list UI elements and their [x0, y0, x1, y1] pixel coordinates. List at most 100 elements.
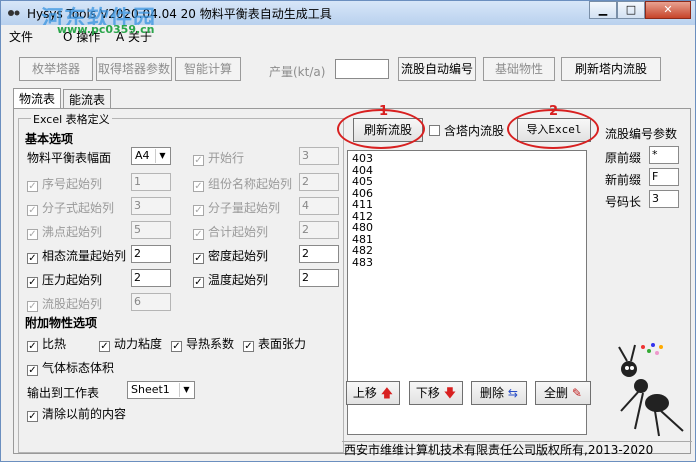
window-controls: ▁ □ ✕	[589, 1, 691, 21]
checkbox-icon	[429, 125, 440, 136]
annotation-number-1: 1	[379, 104, 389, 119]
field-input-3[interactable]: 4	[299, 197, 339, 215]
list-item[interactable]: 482	[352, 245, 582, 257]
field-label: 流股起始列	[42, 297, 103, 311]
refresh-tower-streams-button[interactable]: 刷新塔内流股	[561, 57, 661, 81]
field-input-5[interactable]: 2	[299, 221, 339, 239]
field-label: 相态流量起始列	[42, 249, 127, 263]
status-bar: 西安市维维计算机技术有限责任公司版权所有,2013-2020	[342, 441, 692, 459]
field-checkbox-8[interactable]: ✓ 压力起始列	[27, 271, 102, 288]
output-sheet-value: Sheet1	[131, 383, 170, 396]
smart-calc-button[interactable]: 智能计算	[175, 57, 241, 81]
field-input-4[interactable]: 5	[131, 221, 171, 239]
field-checkbox-9[interactable]: ✓ 温度起始列	[193, 271, 268, 288]
list-item[interactable]: 481	[352, 233, 582, 246]
start-row-label: 开始行	[208, 151, 245, 165]
field-input-6[interactable]: 2	[131, 245, 171, 263]
field-checkbox-6[interactable]: ✓ 相态流量起始列	[27, 247, 126, 264]
field-checkbox-7[interactable]: ✓ 密度起始列	[193, 247, 268, 264]
list-item[interactable]: 403	[352, 153, 582, 165]
field-checkbox-4[interactable]: ✓ 沸点起始列	[27, 223, 102, 240]
move-up-label: 上移	[352, 386, 377, 400]
checkbox-icon: ✓	[193, 205, 204, 216]
field-checkbox-0[interactable]: ✓ 序号起始列	[27, 175, 102, 192]
field-input-1[interactable]: 2	[299, 173, 339, 191]
basic-props-button[interactable]: 基础物性	[483, 57, 555, 81]
get-tower-params-button[interactable]: 取得塔器参数	[96, 57, 172, 81]
start-row-input[interactable]: 3	[299, 147, 339, 165]
delete-button[interactable]: 删除 ⇆	[471, 381, 527, 405]
clear-previous-checkbox[interactable]: ✓ 清除以前的内容	[27, 405, 126, 422]
move-down-label: 下移	[415, 386, 440, 400]
sheet-size-value: A4	[135, 149, 150, 162]
checkbox-icon: ✓	[193, 253, 204, 264]
move-up-button[interactable]: 上移 🡅	[346, 381, 400, 405]
new-prefix-input[interactable]: F	[649, 168, 679, 186]
production-input[interactable]	[335, 59, 389, 79]
list-item[interactable]: 483	[352, 256, 582, 269]
field-label: 合计起始列	[208, 225, 269, 239]
code-length-label: 号码长	[605, 195, 642, 209]
field-input-2[interactable]: 3	[131, 197, 171, 215]
app-window: Hysys Tools V2020.04.04 20 物料平衡表自动生成工具 ▁…	[0, 0, 696, 462]
checkbox-icon: ✓	[193, 155, 204, 166]
field-input-9[interactable]: 2	[299, 269, 339, 287]
field-label: 温度起始列	[208, 273, 269, 287]
extra-options-title: 附加物性选项	[25, 316, 98, 330]
tab-energy-flow[interactable]: 能流表	[63, 89, 112, 108]
list-item[interactable]: 412	[352, 210, 582, 223]
list-item[interactable]: 406	[352, 187, 582, 200]
output-sheet-label: 输出到工作表	[27, 386, 100, 400]
close-icon[interactable]: ✕	[645, 1, 691, 19]
checkbox-icon: ✓	[27, 411, 38, 422]
include-tower-label: 含塔内流股	[444, 124, 505, 138]
extra-checkbox-2[interactable]: ✓ 导热系数	[171, 335, 234, 352]
menu-file[interactable]: 文件	[9, 28, 33, 45]
checkbox-icon: ✓	[27, 253, 38, 264]
extra-checkbox-4[interactable]: ✓ 气体标态体积	[27, 359, 114, 376]
extra-checkbox-3[interactable]: ✓ 表面张力	[243, 335, 306, 352]
minimize-icon[interactable]: ▁	[589, 1, 617, 19]
list-item[interactable]: 411	[352, 199, 582, 211]
annotation-number-2: 2	[549, 104, 559, 119]
field-checkbox-3[interactable]: ✓ 分子量起始列	[193, 199, 280, 216]
field-label: 序号起始列	[42, 177, 103, 191]
field-label: 密度起始列	[208, 249, 269, 263]
sheet-size-label: 物料平衡表幅面	[27, 151, 112, 165]
checkbox-icon: ✓	[243, 341, 254, 352]
sheet-size-select[interactable]: A4 ▼	[131, 147, 171, 165]
list-item[interactable]: 404	[352, 164, 582, 177]
field-checkbox-10[interactable]: ✓ 流股起始列	[27, 295, 102, 312]
field-input-8[interactable]: 2	[131, 269, 171, 287]
field-input-10[interactable]: 6	[131, 293, 171, 311]
auto-number-button[interactable]: 流股自动编号	[398, 57, 476, 81]
move-down-button[interactable]: 下移 🡇	[409, 381, 463, 405]
extra-label: 动力粘度	[114, 337, 163, 351]
field-input-0[interactable]: 1	[131, 173, 171, 191]
output-sheet-select[interactable]: Sheet1 ▼	[127, 381, 195, 399]
extra-checkbox-1[interactable]: ✓ 动力粘度	[99, 335, 162, 352]
eraser-icon: ✎	[571, 386, 582, 400]
checkbox-icon: ✓	[27, 205, 38, 216]
field-label: 压力起始列	[42, 273, 103, 287]
list-item[interactable]: 405	[352, 176, 582, 188]
field-checkbox-2[interactable]: ✓ 分子式起始列	[27, 199, 114, 216]
field-checkbox-5[interactable]: ✓ 合计起始列	[193, 223, 268, 240]
extra-checkbox-0[interactable]: ✓ 比热	[27, 335, 66, 352]
start-row-checkbox[interactable]: ✓ 开始行	[193, 149, 244, 166]
checkbox-icon: ✓	[27, 277, 38, 288]
code-length-input[interactable]: 3	[649, 190, 679, 208]
field-label: 分子量起始列	[208, 201, 281, 215]
include-tower-checkbox[interactable]: 含塔内流股	[429, 122, 504, 139]
tab-material-flow[interactable]: 物流表	[13, 88, 62, 109]
checkbox-icon: ✓	[193, 229, 204, 240]
list-item[interactable]: 480	[352, 222, 582, 234]
field-input-7[interactable]: 2	[299, 245, 339, 263]
delete-all-button[interactable]: 全删 ✎	[535, 381, 591, 405]
old-prefix-label: 原前缀	[605, 151, 642, 165]
ant-mascot-icon	[618, 343, 684, 437]
old-prefix-input[interactable]: *	[649, 146, 679, 164]
maximize-icon[interactable]: □	[617, 1, 645, 19]
enum-towers-button[interactable]: 枚举塔器	[19, 57, 93, 81]
field-checkbox-1[interactable]: ✓ 组份名称起始列	[193, 175, 292, 192]
